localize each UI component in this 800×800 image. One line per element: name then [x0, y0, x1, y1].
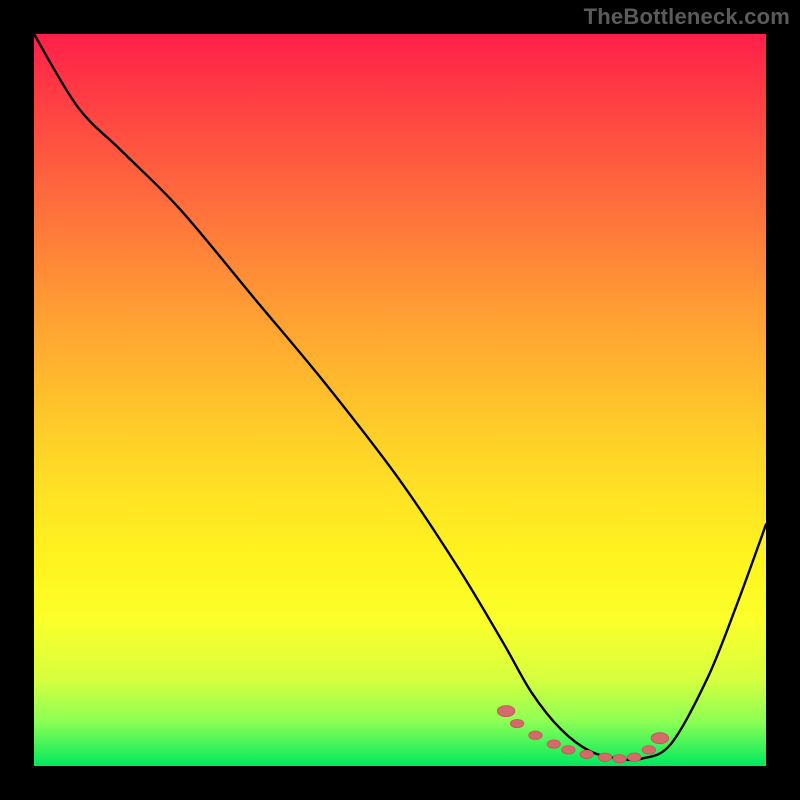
curve-group: [34, 34, 766, 760]
optimal-marker: [642, 746, 655, 754]
optimal-marker: [562, 746, 575, 754]
optimal-marker: [529, 731, 542, 739]
optimal-marker: [497, 706, 515, 717]
optimal-marker: [547, 740, 560, 748]
optimal-marker: [580, 750, 593, 758]
watermark-text: TheBottleneck.com: [584, 4, 790, 30]
optimal-marker: [510, 719, 523, 727]
optimal-range-markers: [497, 706, 668, 763]
bottleneck-curve: [34, 34, 766, 760]
bottleneck-chart-svg: [34, 34, 766, 766]
optimal-marker: [651, 733, 669, 744]
optimal-marker: [598, 753, 611, 761]
plot-area: [34, 34, 766, 766]
optimal-marker: [628, 753, 641, 761]
chart-frame: TheBottleneck.com: [0, 0, 800, 800]
optimal-marker: [613, 754, 626, 762]
